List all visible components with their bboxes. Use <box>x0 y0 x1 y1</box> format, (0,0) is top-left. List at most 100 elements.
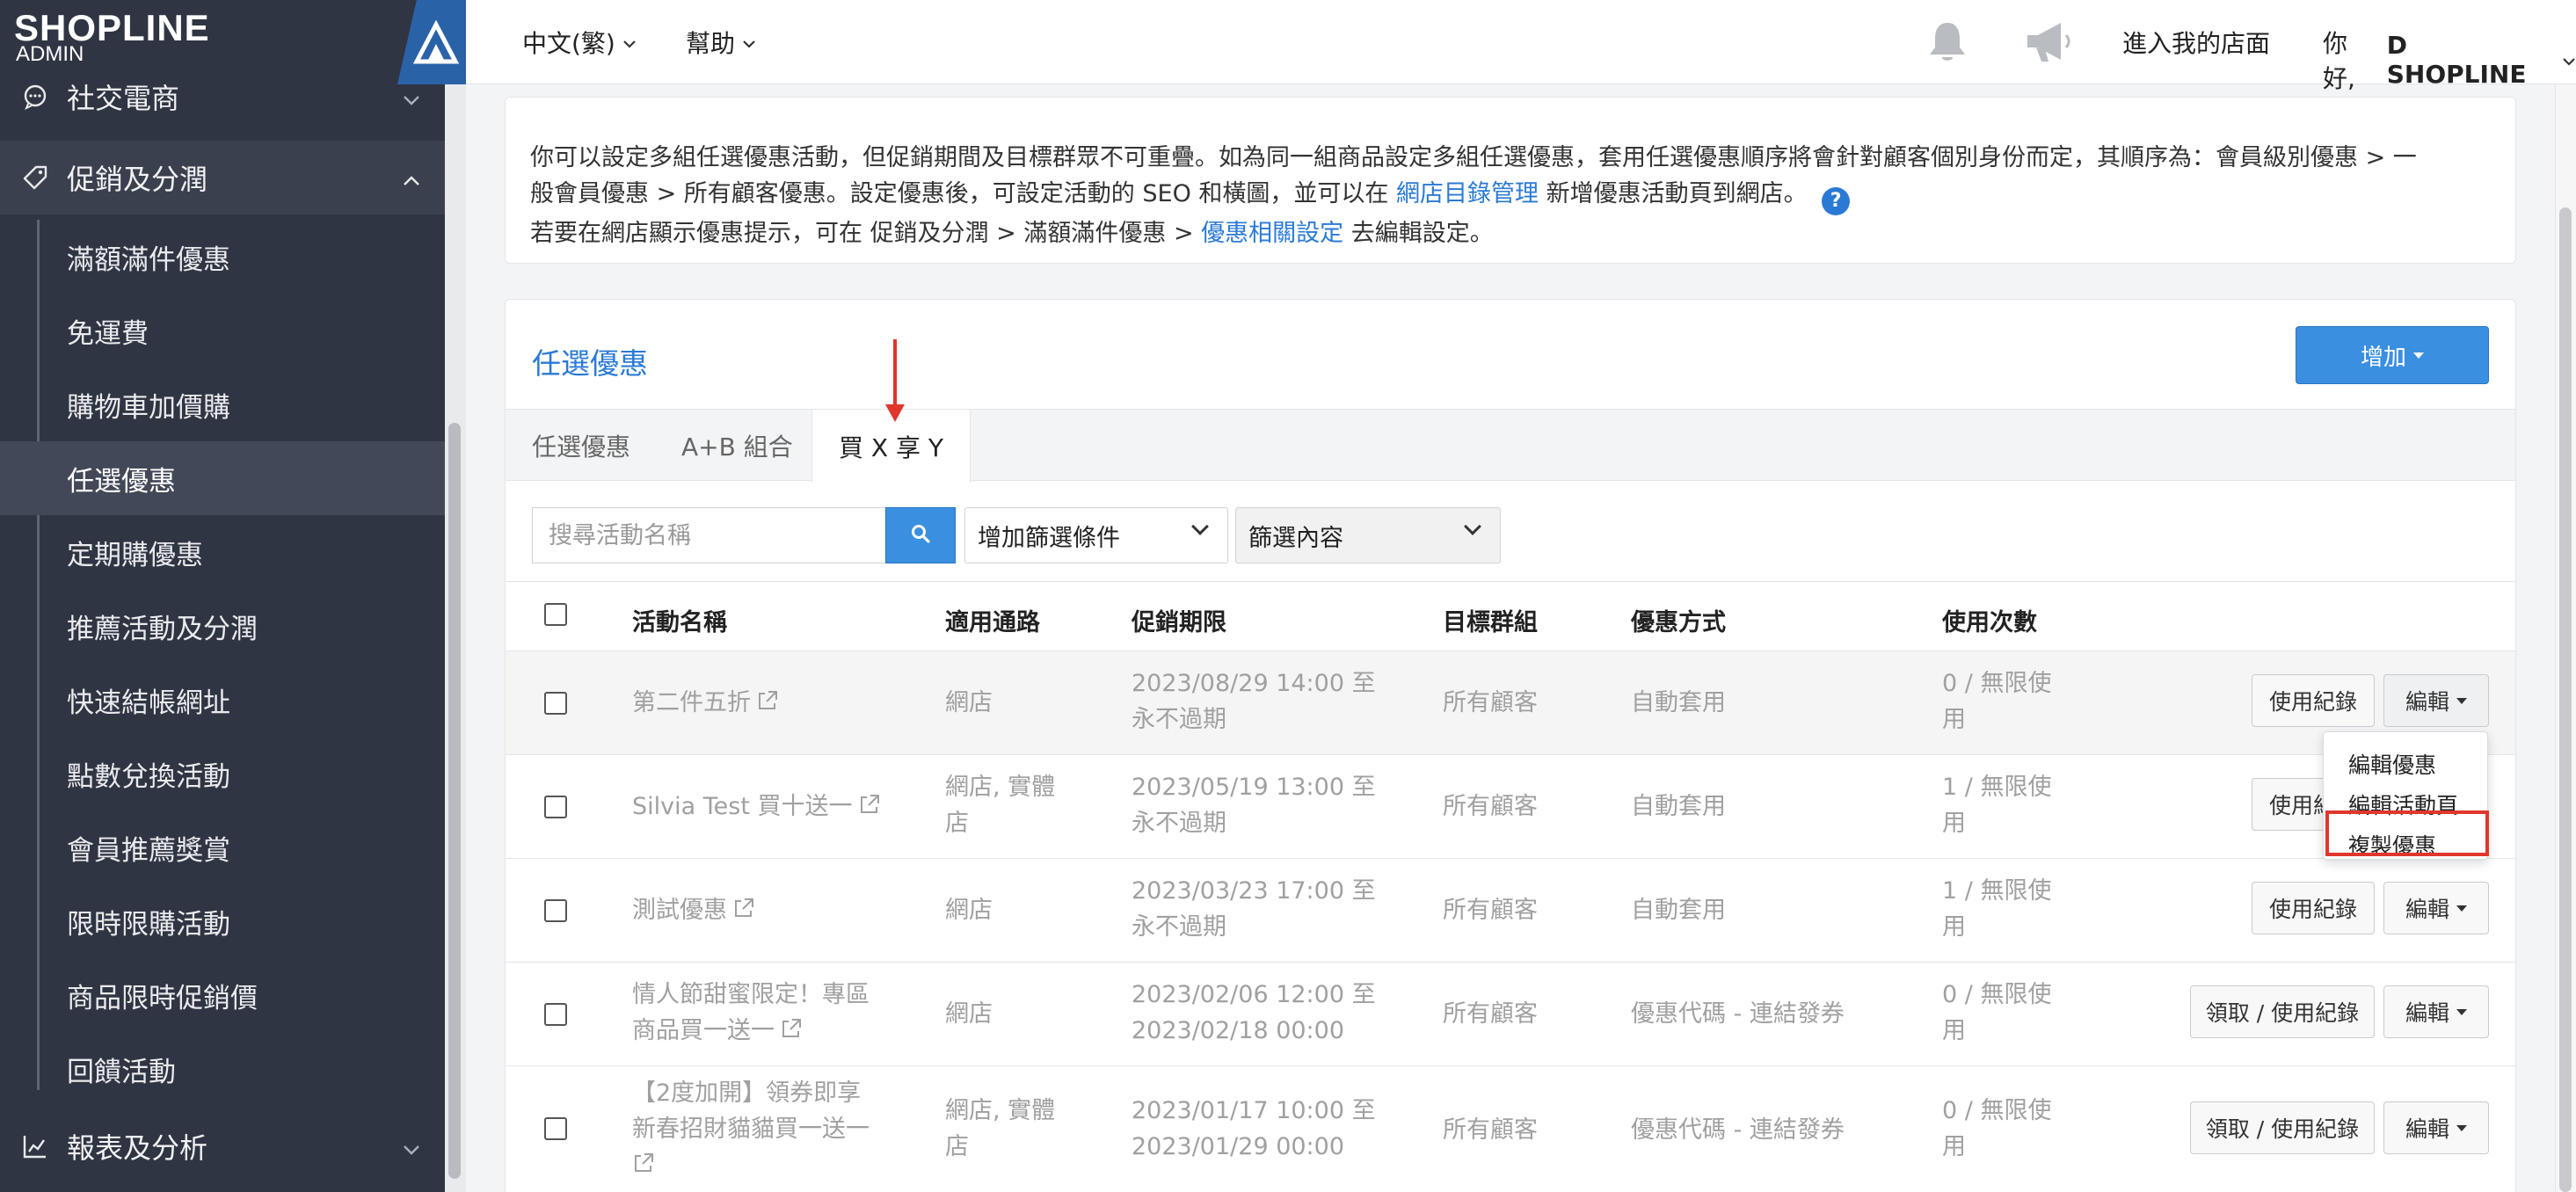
tab-bundle-deals[interactable]: 任選優惠 <box>506 410 657 482</box>
caret-down-icon <box>2456 905 2467 912</box>
chevron-down-icon <box>2562 46 2576 75</box>
notice-line-3: 若要在網店顯示優惠提示，可在 促銷及分潤 > 滿額滿件優惠 > 優惠相關設定 去… <box>530 215 2491 251</box>
row-checkbox[interactable] <box>544 899 567 922</box>
add-button[interactable]: 增加 <box>2296 326 2489 384</box>
column-header-channel[interactable]: 適用通路 <box>945 603 1040 637</box>
bundle-deals-panel: 任選優惠 增加 任選優惠 A+B 組合 買 X 享 Y 增加篩選條件 篩選內容 … <box>505 299 2516 1192</box>
sidebar-item-member-referral[interactable]: 會員推薦獎賞 <box>0 810 445 884</box>
page-scrollbar[interactable] <box>2555 84 2576 1192</box>
select-all-checkbox[interactable] <box>544 603 567 626</box>
catalog-management-link[interactable]: 網店目錄管理 <box>1396 180 1539 207</box>
discount-method: 優惠代碼 - 連結發券 <box>1631 1116 1845 1144</box>
usage-count: 1 / 無限使用 <box>1942 774 2052 837</box>
external-link-icon[interactable] <box>732 894 755 930</box>
tab-label: A+B 組合 <box>681 432 793 462</box>
sidebar-section-label: 報表及分析 <box>67 1131 208 1165</box>
target-group: 所有顧客 <box>1443 793 1538 820</box>
sidebar-item-free-shipping[interactable]: 免運費 <box>0 294 445 367</box>
column-header-method[interactable]: 優惠方式 <box>1631 603 1726 637</box>
search-button[interactable] <box>885 507 956 563</box>
column-header-period[interactable]: 促銷期限 <box>1132 603 1226 637</box>
tab-label: 任選優惠 <box>532 432 631 462</box>
sidebar-item-subscription[interactable]: 定期購優惠 <box>0 515 445 589</box>
tab-a-plus-b[interactable]: A+B 組合 <box>655 410 819 482</box>
discount-method: 自動套用 <box>1631 689 1726 716</box>
column-header-target[interactable]: 目標群組 <box>1443 603 1538 637</box>
sidebar-item-bundle-deals[interactable]: 任選優惠 <box>0 441 445 515</box>
edit-dropdown-button[interactable]: 編輯 <box>2383 1101 2489 1154</box>
chart-icon <box>19 1130 51 1162</box>
sidebar-item-points-redemption[interactable]: 點數兌換活動 <box>0 737 445 810</box>
filter-condition-select[interactable]: 增加篩選條件 <box>964 507 1228 563</box>
bell-icon[interactable] <box>1925 19 1969 69</box>
caret-down-icon <box>2413 352 2424 359</box>
promo-name[interactable]: 測試優惠 <box>632 892 755 930</box>
sidebar-section-promotions[interactable]: 促銷及分潤 <box>0 141 445 214</box>
external-link-icon[interactable] <box>632 1149 655 1185</box>
main-content: 你可以設定多組任選優惠活動，但促銷期間及目標群眾不可重疊。如為同一組商品設定多組… <box>466 84 2550 1192</box>
table-row[interactable]: 【2度加開】領券即享 新春招財貓貓買一送一 網店, 實體店 2023/01/17 … <box>506 1066 2515 1192</box>
row-checkbox[interactable] <box>544 692 567 715</box>
duplicate-highlight-annotation <box>2325 810 2489 856</box>
row-checkbox[interactable] <box>544 796 567 818</box>
promo-name[interactable]: 第二件五折 <box>632 685 779 723</box>
claim-usage-record-button[interactable]: 領取 / 使用紀錄 <box>2190 985 2375 1038</box>
row-checkbox[interactable] <box>544 1003 567 1026</box>
table-row[interactable]: 情人節甜蜜限定！專區 商品買一送一 網店 2023/02/06 12:00 至 20… <box>506 963 2515 1066</box>
row-checkbox[interactable] <box>544 1117 567 1140</box>
usage-record-button[interactable]: 使用紀錄 <box>2252 674 2375 727</box>
store-link[interactable]: 進入我的店面 <box>2122 25 2270 60</box>
discount-method: 自動套用 <box>1631 897 1726 924</box>
sidebar-item-quick-checkout[interactable]: 快速結帳網址 <box>0 663 445 737</box>
search-input[interactable] <box>532 507 885 563</box>
target-group: 所有顧客 <box>1443 897 1538 924</box>
external-link-icon[interactable] <box>858 790 881 826</box>
sidebar-item-flash-sale[interactable]: 限時限購活動 <box>0 884 445 958</box>
usage-record-button[interactable]: 使用紀錄 <box>2252 882 2375 934</box>
sidebar-item-spend-threshold[interactable]: 滿額滿件優惠 <box>0 220 445 294</box>
caret-down-icon <box>2456 1124 2467 1131</box>
promo-name[interactable]: Silvia Test 買十送一 <box>632 789 881 826</box>
table-header: 活動名稱 適用通路 促銷期限 目標群組 優惠方式 使用次數 <box>506 581 2515 651</box>
claim-usage-record-button[interactable]: 領取 / 使用紀錄 <box>2190 1101 2375 1154</box>
promo-settings-link[interactable]: 優惠相關設定 <box>1201 220 1343 247</box>
edit-dropdown-button[interactable]: 編輯 <box>2383 674 2489 727</box>
sidebar-scrollbar[interactable] <box>445 84 466 1192</box>
page-scrollbar-thumb[interactable] <box>2559 207 2572 1192</box>
column-header-name[interactable]: 活動名稱 <box>632 603 727 637</box>
sidebar-item-label: 滿額滿件優惠 <box>67 243 230 276</box>
chevron-down-icon <box>742 28 756 57</box>
usage-count: 0 / 無限使用 <box>1942 670 2052 733</box>
select-value: 篩選內容 <box>1248 524 1343 552</box>
sidebar-item-label: 點數兌換活動 <box>67 760 230 793</box>
promo-tabs: 任選優惠 A+B 組合 買 X 享 Y <box>506 409 2515 483</box>
language-selector[interactable]: 中文(繁) <box>522 25 637 60</box>
menu-item-edit-promo[interactable]: 編輯優惠 <box>2348 748 2436 780</box>
sidebar-scrollbar-thumb[interactable] <box>448 423 461 1179</box>
help-menu[interactable]: 幫助 <box>686 25 756 60</box>
external-link-icon[interactable] <box>756 687 779 723</box>
sidebar-item-product-sale-price[interactable]: 商品限時促銷價 <box>0 958 445 1032</box>
sidebar: 社交電商 促銷及分潤 滿額滿件優惠 免運費 購物車加價購 任選優惠 定期購優惠 … <box>0 0 445 1192</box>
notice-text: 新增優惠活動頁到網店。 <box>1546 180 1808 207</box>
filter-content-select[interactable]: 篩選內容 <box>1235 507 1501 563</box>
channel: 網店, 實體店 <box>945 1097 1056 1160</box>
sidebar-item-referral-affiliate[interactable]: 推薦活動及分潤 <box>0 589 445 663</box>
sidebar-item-label: 定期購優惠 <box>67 539 203 571</box>
edit-dropdown-button[interactable]: 編輯 <box>2383 985 2489 1038</box>
edit-dropdown-button[interactable]: 編輯 <box>2383 882 2489 934</box>
sidebar-item-rewards[interactable]: 回饋活動 <box>0 1032 445 1106</box>
sidebar-section-reports[interactable]: 報表及分析 <box>0 1109 445 1183</box>
chevron-up-icon <box>401 165 422 199</box>
table-row[interactable]: 第二件五折 網店 2023/08/29 14:00 至永不過期 所有顧客 自動套… <box>506 651 2515 755</box>
help-circle-icon[interactable]: ? <box>1822 186 1851 215</box>
promo-name[interactable]: 【2度加開】領券即享 新春招財貓貓買一送一 <box>632 1075 870 1185</box>
table-row[interactable]: Silvia Test 買十送一 網店, 實體店 2023/05/19 13:0… <box>506 755 2515 859</box>
megaphone-icon[interactable] <box>2024 19 2073 69</box>
column-header-usage[interactable]: 使用次數 <box>1942 603 2037 637</box>
table-row[interactable]: 測試優惠 網店 2023/03/23 17:00 至永不過期 所有顧客 自動套用… <box>506 859 2515 963</box>
sidebar-item-cart-addon[interactable]: 購物車加價購 <box>0 367 445 441</box>
external-link-icon[interactable] <box>780 1014 803 1050</box>
sidebar-item-label: 免運費 <box>67 317 149 350</box>
promo-name[interactable]: 情人節甜蜜限定！專區 商品買一送一 <box>632 977 870 1050</box>
